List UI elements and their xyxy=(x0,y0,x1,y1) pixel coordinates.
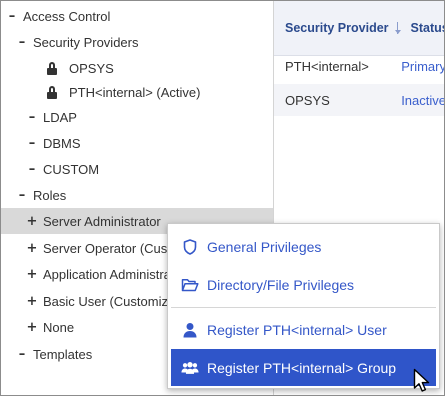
menu-separator xyxy=(171,307,436,308)
tree-label: PTH<internal> (Active) xyxy=(69,84,201,100)
tree-label: Security Providers xyxy=(33,34,139,50)
menu-item-register-group[interactable]: Register PTH<internal> Group xyxy=(171,349,436,386)
expand-icon[interactable]: + xyxy=(25,241,39,256)
lock-icon xyxy=(47,85,57,99)
menu-item-general-privileges[interactable]: General Privileges xyxy=(171,228,436,265)
user-icon xyxy=(181,322,199,338)
column-header-status[interactable]: Status xyxy=(401,21,445,35)
collapse-icon[interactable]: – xyxy=(15,188,29,203)
access-control-window: – Access Control – Security Providers OP… xyxy=(0,0,445,396)
menu-item-register-user[interactable]: Register PTH<internal> User xyxy=(171,311,436,348)
tree-node-access-control[interactable]: – Access Control xyxy=(1,3,273,29)
shield-icon xyxy=(181,238,199,255)
table-row[interactable]: PTH<internal> Primary xyxy=(274,50,445,82)
menu-item-label: Register PTH<internal> Group xyxy=(207,359,397,376)
tree-label: DBMS xyxy=(43,135,81,151)
collapse-icon[interactable]: – xyxy=(25,136,39,151)
expand-icon[interactable]: + xyxy=(25,294,39,309)
tree-label: CUSTOM xyxy=(43,161,100,177)
tree-node-roles[interactable]: – Roles xyxy=(1,182,273,208)
column-header-label: Security Provider xyxy=(285,21,389,35)
tree-label: Basic User (Customized) xyxy=(43,293,187,309)
tree-label: Access Control xyxy=(23,8,111,24)
tree-label: Application Administrator xyxy=(43,266,187,282)
tree-label: Templates xyxy=(33,346,93,362)
tree-label: LDAP xyxy=(43,109,77,125)
menu-item-label: Directory/File Privileges xyxy=(207,276,355,293)
lock-icon xyxy=(47,61,57,75)
collapse-icon[interactable]: – xyxy=(25,162,39,177)
sort-icon[interactable] xyxy=(394,21,401,35)
tree-node-custom[interactable]: – CUSTOM xyxy=(1,156,273,182)
tree-label: None xyxy=(43,319,75,335)
table-row[interactable]: OPSYS Inactive xyxy=(274,84,445,116)
tree-node-opsys[interactable]: OPSYS xyxy=(1,55,273,81)
collapse-icon[interactable]: – xyxy=(5,9,19,24)
menu-item-directory-file-privileges[interactable]: Directory/File Privileges xyxy=(171,266,436,303)
tree-label: OPSYS xyxy=(69,60,114,76)
tree-node-pth-internal[interactable]: PTH<internal> (Active) xyxy=(1,79,273,105)
menu-item-label: Register PTH<internal> User xyxy=(207,321,387,338)
mouse-pointer-icon xyxy=(413,368,430,392)
expand-icon[interactable]: + xyxy=(25,320,39,335)
collapse-icon[interactable]: – xyxy=(15,35,29,50)
tree-label: Roles xyxy=(33,187,67,203)
cell-provider: OPSYS xyxy=(285,92,330,108)
expand-icon[interactable]: + xyxy=(25,214,39,229)
cell-provider: PTH<internal> xyxy=(285,58,369,74)
cell-status: Inactive xyxy=(401,92,445,108)
table-header: Security Provider Status xyxy=(274,1,445,56)
group-icon xyxy=(181,360,199,376)
column-header-label: Status xyxy=(410,21,445,35)
tree-label: Server Administrator xyxy=(43,213,161,229)
column-header-security-provider[interactable]: Security Provider xyxy=(274,21,401,35)
tree-node-dbms[interactable]: – DBMS xyxy=(1,130,273,156)
tree-node-ldap[interactable]: – LDAP xyxy=(1,104,273,130)
menu-item-label: General Privileges xyxy=(207,238,322,255)
cell-status: Primary xyxy=(401,58,445,74)
context-menu: General Privileges Directory/File Privil… xyxy=(167,223,440,389)
expand-icon[interactable]: + xyxy=(25,267,39,282)
collapse-icon[interactable]: – xyxy=(15,347,29,362)
collapse-icon[interactable]: – xyxy=(25,110,39,125)
tree-node-security-providers[interactable]: – Security Providers xyxy=(1,29,273,55)
folder-open-icon xyxy=(181,277,199,293)
